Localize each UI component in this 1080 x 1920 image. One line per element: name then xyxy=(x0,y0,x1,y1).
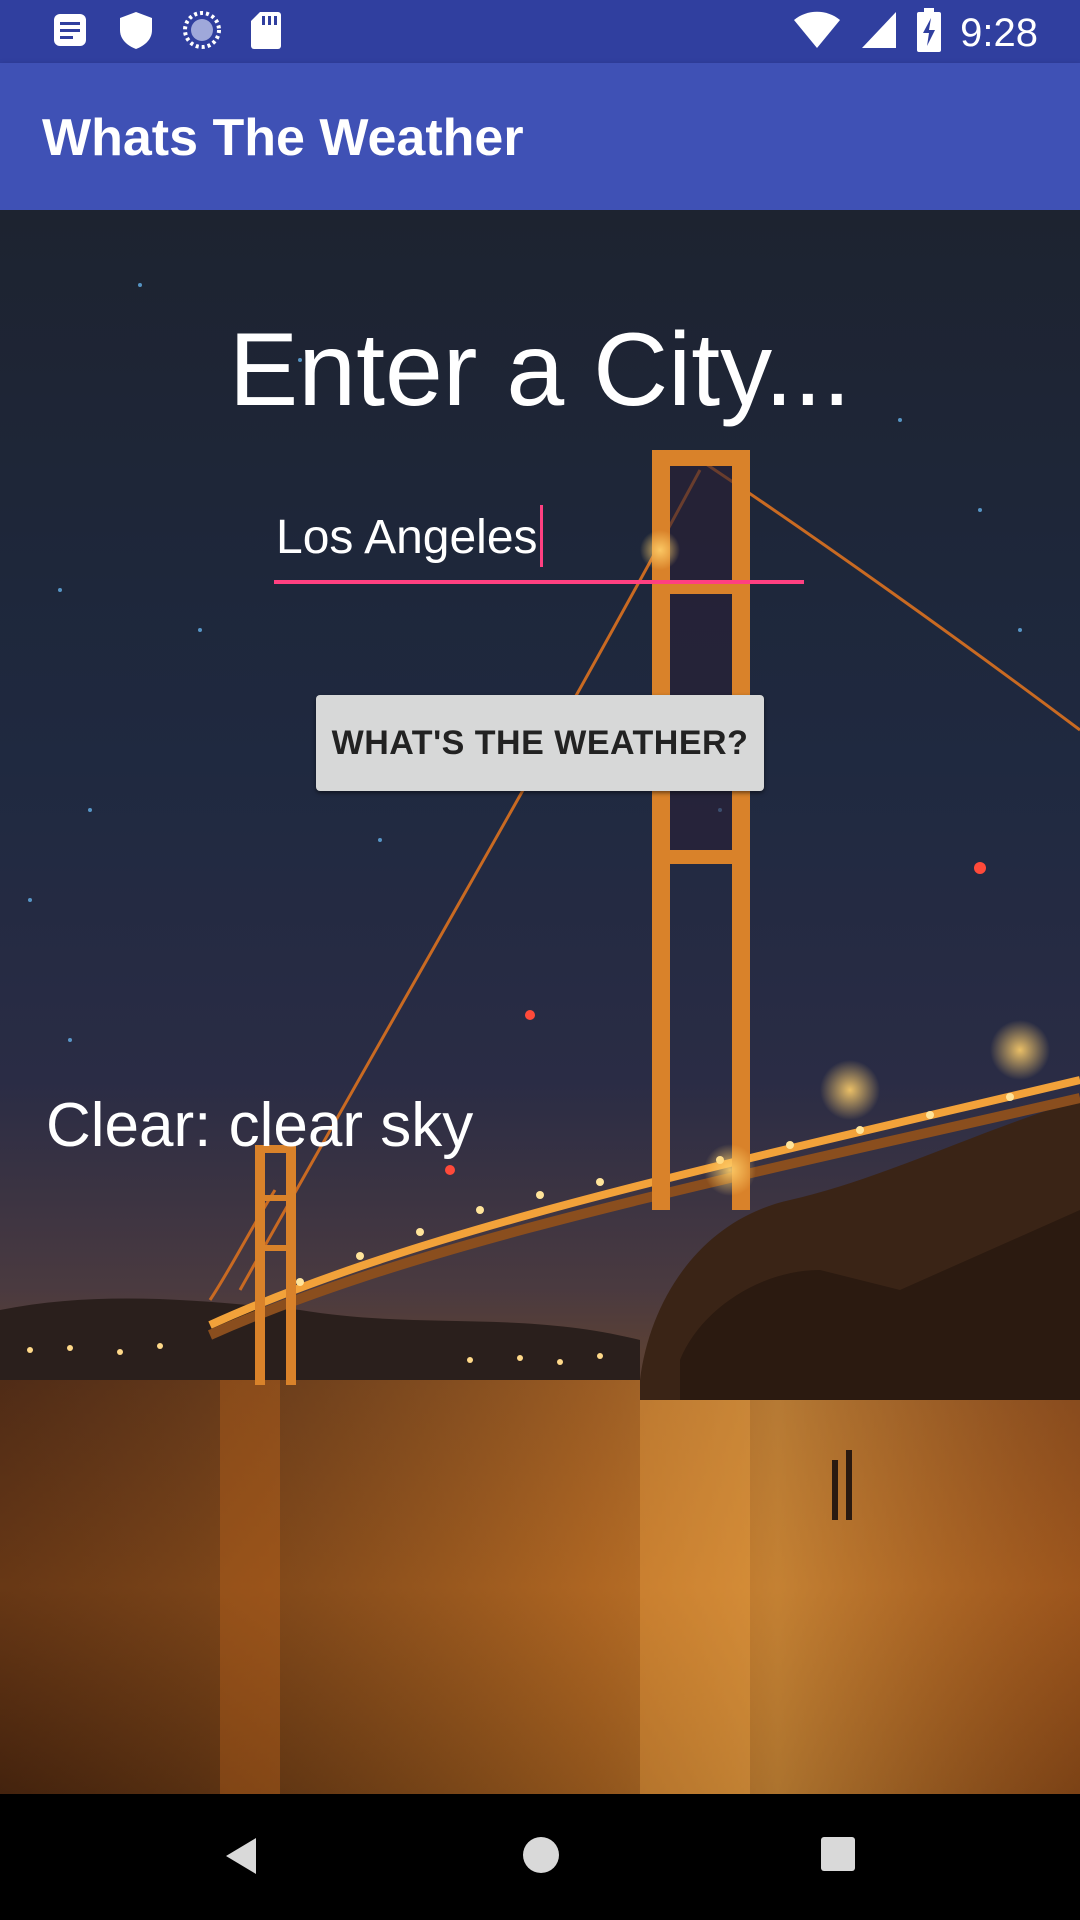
weather-result-text: Clear: clear sky xyxy=(46,1091,474,1160)
shield-icon xyxy=(118,10,154,55)
sync-icon xyxy=(182,10,222,55)
get-weather-button[interactable]: WHAT'S THE WEATHER? xyxy=(316,695,764,791)
wifi-icon xyxy=(792,10,842,55)
signal-icon xyxy=(860,10,898,55)
city-input-field[interactable]: Los Angeles xyxy=(274,500,804,584)
text-cursor xyxy=(539,505,543,568)
app-bar: Whats The Weather xyxy=(0,63,1080,210)
sd-card-icon xyxy=(250,10,282,55)
status-right-icons: 9:28 xyxy=(792,8,1038,57)
notification-icon xyxy=(50,10,90,55)
battery-charging-icon xyxy=(916,8,942,57)
home-icon[interactable] xyxy=(519,1833,563,1882)
app-title: Whats The Weather xyxy=(42,109,524,167)
background-image xyxy=(0,210,1080,1794)
recents-icon[interactable] xyxy=(819,1834,857,1879)
status-bar: 9:28 xyxy=(0,0,1080,63)
city-input-value: Los Angeles xyxy=(276,511,538,564)
main-content: Enter a City... Los Angeles WHAT'S THE W… xyxy=(0,210,1080,1794)
status-left-icons xyxy=(50,10,282,55)
navigation-bar xyxy=(0,1794,1080,1920)
back-icon[interactable] xyxy=(222,1834,262,1883)
page-heading: Enter a City... xyxy=(228,312,852,428)
status-time: 9:28 xyxy=(960,10,1038,55)
city-input[interactable]: Los Angeles xyxy=(276,500,543,576)
